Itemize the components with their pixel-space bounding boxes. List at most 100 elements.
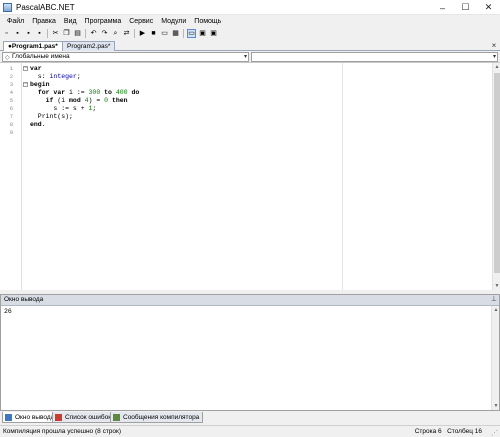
- status-message: Компиляция прошла успешно (8 строк): [3, 428, 122, 435]
- code-line: 8 end.: [0, 121, 490, 129]
- tab-program2[interactable]: Program2.pas*: [62, 41, 116, 51]
- scroll-down-icon[interactable]: ▼: [492, 402, 500, 410]
- window-controls: – ☐ ✕: [431, 0, 500, 15]
- tab-output-window-label: Окно вывода: [15, 414, 55, 421]
- code-token: mod: [69, 97, 81, 104]
- tab-error-list-label: Список ошибок: [65, 414, 112, 421]
- output-window-icon[interactable]: ▭: [187, 29, 196, 38]
- replace-icon[interactable]: ⇄: [122, 29, 131, 38]
- menu-help[interactable]: Помощь: [190, 18, 225, 25]
- output-panel: Окно вывода ⊥ 26 ▲ ▼: [0, 294, 500, 411]
- maximize-button[interactable]: ☐: [454, 0, 477, 15]
- cursor-position: Строка 6 Столбец 16: [415, 426, 482, 437]
- tab-error-list[interactable]: Список ошибок: [52, 412, 116, 423]
- code-text: for var i := 300 to 400 do: [30, 89, 139, 97]
- member-dropdown[interactable]: ▾: [251, 52, 498, 62]
- line-number: 8: [9, 121, 13, 128]
- code-line: 7 Print(s);: [0, 113, 490, 121]
- code-line: 2 s: integer;: [0, 73, 490, 81]
- output-vertical-scrollbar[interactable]: ▲ ▼: [491, 306, 499, 410]
- close-button[interactable]: ✕: [477, 0, 500, 15]
- code-line: 9: [0, 129, 490, 137]
- run-icon[interactable]: ▶: [138, 29, 147, 38]
- code-token: ) =: [88, 97, 105, 104]
- save-all-icon[interactable]: ▪: [35, 29, 44, 38]
- row-value: 6: [438, 428, 442, 435]
- menu-bar: Файл Правка Вид Программа Сервис Модули …: [0, 15, 500, 27]
- app-icon: [3, 2, 12, 12]
- undo-icon[interactable]: ↶: [89, 29, 98, 38]
- output-window-icon: [5, 414, 12, 421]
- tab-compiler-messages[interactable]: Сообщения компилятора: [110, 412, 204, 423]
- scroll-up-icon[interactable]: ▲: [493, 63, 500, 71]
- new-file-icon[interactable]: ▫: [2, 29, 11, 38]
- form-designer-icon[interactable]: ▣: [198, 29, 207, 38]
- code-text: s := s + 1;: [30, 105, 96, 113]
- compiler-messages-icon: [113, 414, 120, 421]
- copy-icon[interactable]: ❐: [62, 29, 71, 38]
- editor-vertical-scrollbar[interactable]: ▲ ▼: [492, 63, 500, 290]
- line-number: 5: [9, 97, 13, 104]
- tab-output-window[interactable]: Окно вывода: [2, 412, 59, 423]
- scope-dropdown[interactable]: ◇ Глобальные имена ▾: [2, 52, 249, 62]
- close-tab-icon[interactable]: ×: [489, 41, 499, 50]
- redo-icon[interactable]: ↷: [100, 29, 109, 38]
- menu-view[interactable]: Вид: [60, 18, 81, 25]
- menu-modules[interactable]: Модули: [157, 18, 190, 25]
- resize-grip-icon[interactable]: ⋰: [491, 428, 498, 437]
- help-icon[interactable]: ▣: [209, 29, 218, 38]
- menu-program[interactable]: Программа: [81, 18, 126, 25]
- find-icon[interactable]: ⌕: [111, 29, 120, 38]
- code-text: var: [30, 65, 42, 73]
- toolbar-separator: [134, 29, 135, 38]
- paste-icon[interactable]: ▤: [73, 29, 82, 38]
- output-panel-title: Окно вывода: [4, 296, 44, 303]
- menu-service[interactable]: Сервис: [125, 18, 157, 25]
- line-number: 3: [9, 81, 13, 88]
- code-line: 3 − begin: [0, 81, 490, 89]
- open-folder-icon[interactable]: ▪: [13, 29, 22, 38]
- code-token: integer: [49, 73, 77, 80]
- row-label: Строка: [414, 428, 437, 435]
- line-number: 4: [9, 89, 13, 96]
- minimize-button[interactable]: –: [431, 0, 454, 15]
- fold-toggle-icon[interactable]: −: [23, 82, 28, 87]
- code-line: 5 if (i mod 4) = 0 then: [0, 97, 490, 105]
- code-token: then: [111, 97, 128, 104]
- toolbar-separator: [85, 29, 86, 38]
- output-text: 26: [4, 308, 12, 315]
- chevron-down-icon: ▾: [243, 54, 247, 60]
- step-icon[interactable]: ▭: [160, 29, 169, 38]
- title-bar: PascalABC.NET – ☐ ✕: [0, 0, 500, 15]
- stop-icon[interactable]: ■: [149, 29, 158, 38]
- cut-icon[interactable]: ✂: [51, 29, 60, 38]
- menu-edit[interactable]: Правка: [28, 18, 60, 25]
- code-token: 400: [115, 89, 128, 96]
- status-bar: Компиляция прошла успешно (8 строк) Стро…: [0, 425, 500, 437]
- fold-toggle-icon[interactable]: −: [23, 66, 28, 71]
- pin-icon[interactable]: ⊥: [491, 295, 497, 305]
- code-text: s: integer;: [30, 73, 81, 81]
- window-title: PascalABC.NET: [16, 2, 75, 12]
- scope-dropdown-value: Глобальные имена: [12, 53, 70, 60]
- chevron-down-icon: ▾: [492, 54, 496, 60]
- code-token: var: [30, 65, 42, 72]
- debug-icon[interactable]: ▦: [171, 29, 180, 38]
- save-icon[interactable]: ▪: [24, 29, 33, 38]
- code-editor[interactable]: ▲ ▼ 1− var 2 s: integer; 3− begin 4 for var i…: [0, 62, 500, 290]
- bottom-panel-tabs: Окно вывода Список ошибок Сообщения комп…: [0, 412, 500, 424]
- scrollbar-thumb[interactable]: [494, 73, 500, 273]
- menu-file[interactable]: Файл: [3, 18, 28, 25]
- navigation-bar: ◇ Глобальные имена ▾ ▾: [0, 52, 500, 62]
- scroll-down-icon[interactable]: ▼: [493, 282, 500, 290]
- scroll-up-icon[interactable]: ▲: [492, 306, 500, 314]
- column-value: 16: [474, 428, 482, 435]
- code-line: 6 s := s + 1;: [0, 105, 490, 113]
- tab-program1[interactable]: ●Program1.pas*: [3, 41, 63, 51]
- code-token: s:: [30, 73, 50, 80]
- code-token: begin: [30, 81, 50, 88]
- code-text: if (i mod 4) = 0 then: [30, 97, 128, 105]
- code-line: 1 − var: [0, 65, 490, 73]
